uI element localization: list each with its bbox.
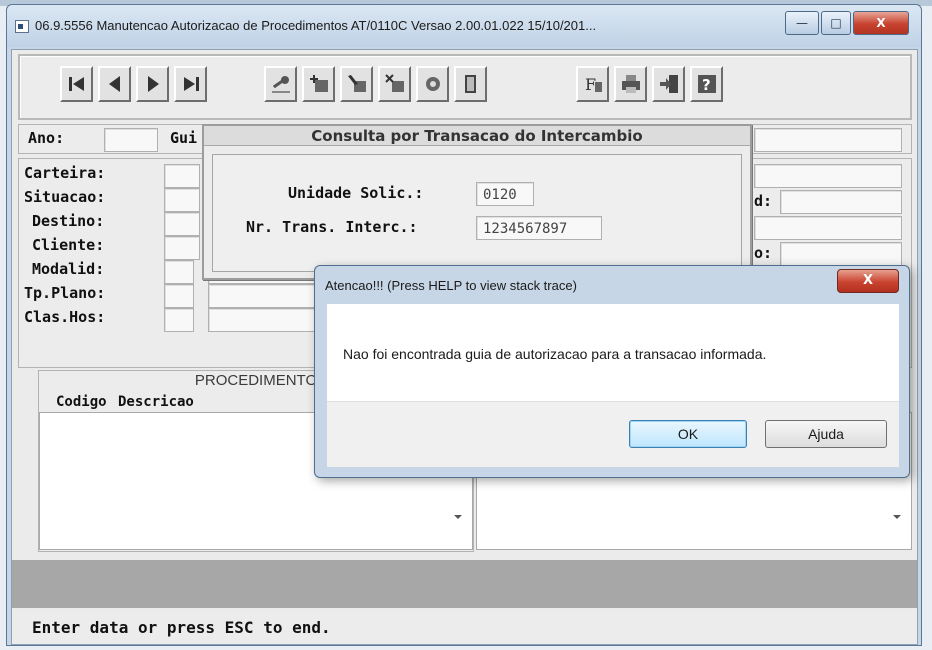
alert-close-button[interactable]: X xyxy=(837,269,899,293)
situacao-label: Situacao: xyxy=(24,188,106,206)
cliente-label: Cliente: xyxy=(32,236,105,254)
delete-button[interactable] xyxy=(378,66,411,102)
printer-icon xyxy=(621,75,640,93)
scroll-down-icon[interactable] xyxy=(454,515,462,519)
minimize-button[interactable]: — xyxy=(785,11,819,35)
destino-input[interactable] xyxy=(164,212,200,236)
next-record-icon xyxy=(147,76,159,92)
previous-record-icon xyxy=(108,76,120,92)
ano-input[interactable] xyxy=(104,128,158,152)
svg-text:?: ? xyxy=(702,76,711,94)
filter-glyph: F xyxy=(585,75,596,94)
first-record-button[interactable] xyxy=(60,66,93,102)
claships-desc-input[interactable] xyxy=(208,308,328,332)
key-search-icon xyxy=(271,76,290,93)
ok-button[interactable]: OK xyxy=(629,420,747,448)
right-input-4[interactable] xyxy=(780,242,902,266)
status-text: Enter data or press ESC to end. xyxy=(32,618,331,637)
print-button[interactable] xyxy=(614,66,647,102)
carteira-label: Carteira: xyxy=(24,164,106,182)
right-label-2: o: xyxy=(754,244,773,262)
alert-dialog: Atencao!!! (Press HELP to view stack tra… xyxy=(314,265,910,478)
carteira-input[interactable] xyxy=(164,164,200,188)
unidade-solic-label: Unidade Solic.: xyxy=(288,184,424,202)
first-record-icon xyxy=(68,77,84,91)
next-record-button[interactable] xyxy=(136,66,169,102)
col-descricao-header: Descricao xyxy=(118,394,194,410)
modalid-input[interactable] xyxy=(164,260,194,284)
delete-record-icon xyxy=(384,74,404,92)
claships-input[interactable] xyxy=(164,308,194,332)
alert-message: Nao foi encontrada guia de autorizacao p… xyxy=(343,346,767,362)
col-codigo-header: Codigo xyxy=(56,394,107,410)
modalid-label: Modalid: xyxy=(32,260,105,278)
copy-button[interactable] xyxy=(416,66,449,102)
scroll-down-icon[interactable] xyxy=(893,515,901,519)
header-right-input[interactable] xyxy=(754,128,902,152)
tpplano-desc-input[interactable] xyxy=(208,284,328,308)
alert-title: Atencao!!! (Press HELP to view stack tra… xyxy=(325,278,577,293)
enter-door-icon xyxy=(659,75,678,93)
app-icon xyxy=(15,20,29,33)
alert-footer: OK Ajuda xyxy=(327,401,899,467)
edit-button[interactable] xyxy=(340,66,373,102)
nr-trans-input[interactable]: 1234567897 xyxy=(476,216,602,240)
add-button[interactable] xyxy=(302,66,335,102)
alert-body: Nao foi encontrada guia de autorizacao p… xyxy=(327,304,899,401)
gray-band xyxy=(12,560,917,608)
right-input-1[interactable] xyxy=(754,164,902,188)
title-bar[interactable]: 06.9.5556 Manutencao Autorizacao de Proc… xyxy=(7,5,921,47)
toolbar: F ? xyxy=(18,54,912,120)
filter-f-icon: F xyxy=(585,75,602,94)
claships-label: Clas.Hos: xyxy=(24,308,106,326)
unidade-solic-input[interactable]: 0120 xyxy=(476,182,534,206)
tpplano-label: Tp.Plano: xyxy=(24,284,106,302)
help-button[interactable]: ? xyxy=(690,66,723,102)
right-label-1: d: xyxy=(754,192,773,210)
consulta-dialog: Consulta por Transacao do Intercambio Un… xyxy=(202,124,752,280)
last-record-icon xyxy=(183,77,199,91)
search-button[interactable] xyxy=(264,66,297,102)
status-bar: Enter data or press ESC to end. xyxy=(12,610,917,644)
help-question-icon: ? xyxy=(697,75,716,94)
close-button[interactable]: X xyxy=(853,11,909,35)
open-button[interactable] xyxy=(652,66,685,102)
situacao-input[interactable] xyxy=(164,188,200,212)
window-title: 06.9.5556 Manutencao Autorizacao de Proc… xyxy=(35,18,597,33)
previous-record-button[interactable] xyxy=(98,66,131,102)
tpplano-input[interactable] xyxy=(164,284,194,308)
cliente-input[interactable] xyxy=(164,236,200,260)
edit-pencil-icon xyxy=(347,75,366,92)
copy-stamp-icon xyxy=(425,77,440,91)
nr-trans-label: Nr. Trans. Interc.: xyxy=(246,218,418,236)
add-record-icon xyxy=(309,75,328,92)
filter-button[interactable]: F xyxy=(576,66,609,102)
consulta-title: Consulta por Transacao do Intercambio xyxy=(204,126,750,146)
exit-button[interactable] xyxy=(454,66,487,102)
door-icon xyxy=(464,75,476,93)
right-input-2[interactable] xyxy=(780,190,902,214)
ajuda-button[interactable]: Ajuda xyxy=(765,420,887,448)
consulta-inner-frame xyxy=(212,154,742,272)
maximize-button[interactable]: □ xyxy=(821,11,851,35)
right-input-3[interactable] xyxy=(754,216,902,240)
ano-label: Ano: xyxy=(28,129,65,147)
guia-label: Gui xyxy=(170,129,198,147)
last-record-button[interactable] xyxy=(174,66,207,102)
destino-label: Destino: xyxy=(32,212,105,230)
